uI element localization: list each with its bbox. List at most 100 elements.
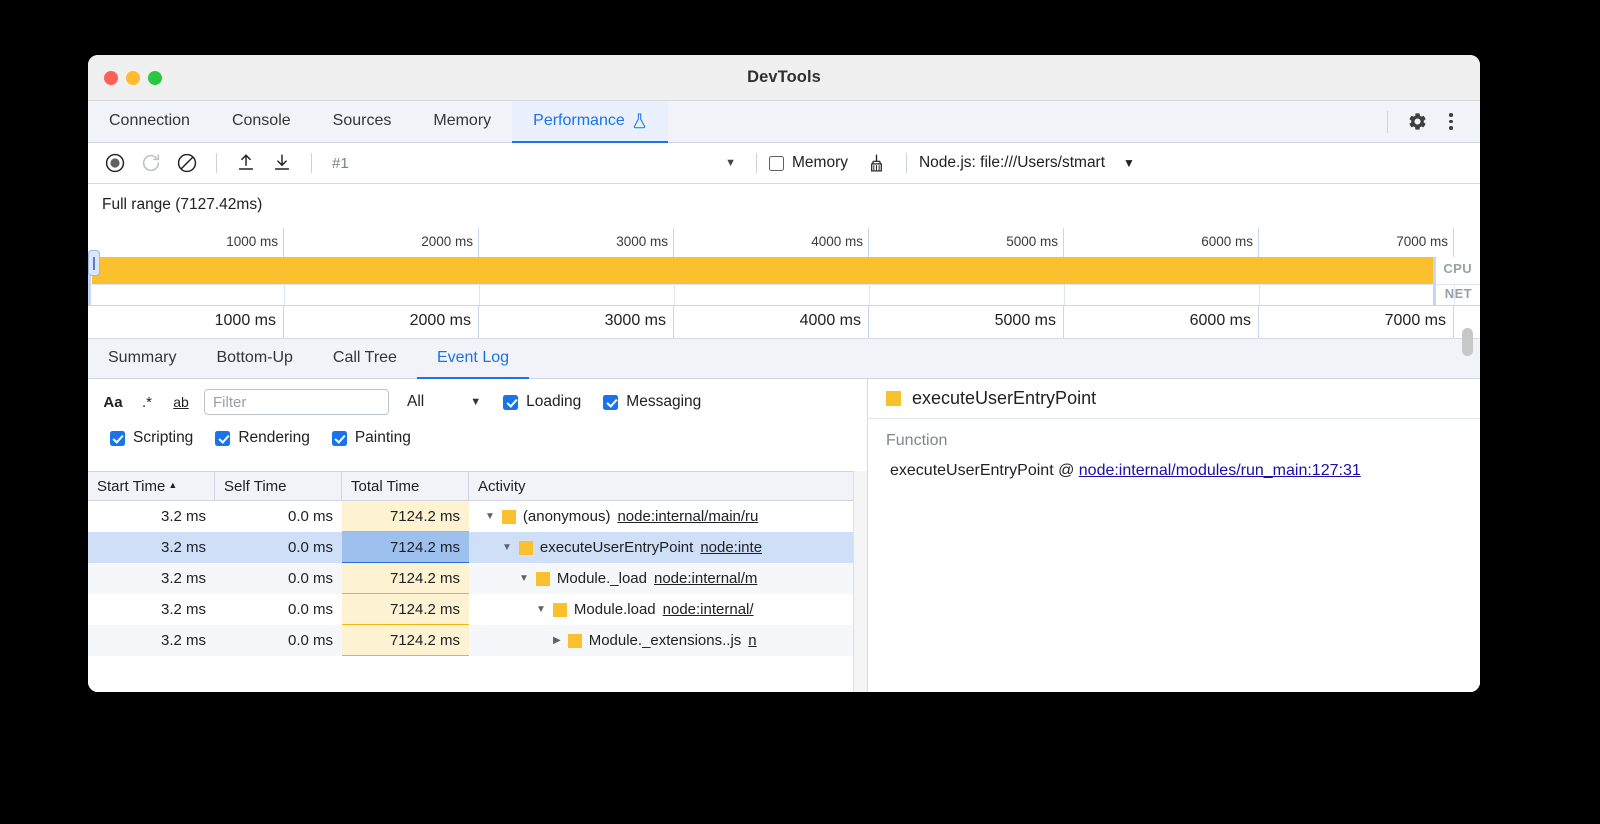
table-row[interactable]: 3.2 ms 0.0 ms 7124.2 ms ▼ executeUserEnt… <box>88 532 867 563</box>
tab-connection-label: Connection <box>109 112 190 130</box>
cell-activity: ▼ (anonymous) node:internal/main/ru <box>469 501 867 532</box>
tab-event-log[interactable]: Event Log <box>417 339 529 379</box>
tab-performance[interactable]: Performance <box>512 101 668 143</box>
column-header-activity[interactable]: Activity <box>469 472 867 500</box>
table-vertical-scrollbar[interactable] <box>853 471 867 692</box>
chevron-down-icon: ▼ <box>725 157 736 169</box>
checkbox-box <box>110 431 125 446</box>
memory-checkbox[interactable]: Memory <box>769 154 848 172</box>
cell-self-time: 0.0 ms <box>215 563 342 594</box>
column-header-total-time-label: Total Time <box>351 478 419 495</box>
tab-summary-label: Summary <box>108 349 176 367</box>
filter-input[interactable]: Filter <box>204 389 389 415</box>
activity-url[interactable]: n <box>748 632 756 649</box>
table-row[interactable]: 3.2 ms 0.0 ms 7124.2 ms ▼ (anonymous) no… <box>88 501 867 532</box>
upload-icon <box>235 152 257 174</box>
filter-checkbox-rendering[interactable]: Rendering <box>215 429 310 447</box>
tab-bottom-up-label: Bottom-Up <box>216 349 292 367</box>
filter-checkbox-painting[interactable]: Painting <box>332 429 411 447</box>
kebab-icon <box>1449 113 1453 130</box>
event-log-pane: Aa .* ab Filter All ▼ <box>88 379 868 692</box>
event-color-swatch <box>536 572 550 586</box>
activity-url[interactable]: node:inte <box>700 539 762 556</box>
cell-start-time: 3.2 ms <box>88 563 215 594</box>
profile-selector[interactable]: #1 ▼ <box>324 149 744 177</box>
activity-name: Module._load <box>557 570 647 587</box>
whole-word-button[interactable]: ab <box>166 389 196 415</box>
table-row[interactable]: 3.2 ms 0.0 ms 7124.2 ms ▼ Module.load no… <box>88 594 867 625</box>
activity-url[interactable]: node:internal/ <box>663 601 754 618</box>
cell-start-time: 3.2 ms <box>88 501 215 532</box>
record-icon <box>104 152 126 174</box>
expander-icon[interactable]: ▼ <box>485 511 495 522</box>
flask-icon <box>632 113 647 129</box>
reload-and-record-button[interactable] <box>134 148 168 178</box>
expander-icon[interactable]: ▼ <box>519 573 529 584</box>
filter-checkbox-messaging[interactable]: Messaging <box>603 393 701 411</box>
toolbar-divider <box>216 153 217 173</box>
timeline-ruler-bottom: 1000 ms 2000 ms 3000 ms 4000 ms 5000 ms … <box>88 305 1480 337</box>
column-header-total-time[interactable]: Total Time <box>342 472 469 500</box>
checkbox-box <box>332 431 347 446</box>
table-header-row: Start Time ▲ Self Time Total Time Activi… <box>88 471 867 501</box>
clear-recording-button[interactable] <box>170 148 204 178</box>
expander-icon[interactable]: ▼ <box>536 604 546 615</box>
export-profile-button[interactable] <box>265 148 299 178</box>
sort-ascending-icon: ▲ <box>168 480 177 490</box>
event-color-swatch <box>553 603 567 617</box>
ruler-tick: 1000 ms <box>144 306 284 338</box>
cpu-track-label: CPU <box>1443 261 1472 276</box>
collect-garbage-button[interactable] <box>860 148 894 178</box>
event-type-selector[interactable]: All ▼ <box>407 393 481 411</box>
overview-vertical-scrollbar-thumb[interactable] <box>1462 328 1473 356</box>
broom-icon <box>866 153 887 174</box>
record-button[interactable] <box>98 148 132 178</box>
target-selector[interactable]: Node.js: file:///Users/stmart ▼ <box>919 154 1135 172</box>
more-options-button[interactable] <box>1436 107 1466 137</box>
activity-url[interactable]: node:internal/main/ru <box>617 508 758 525</box>
clear-icon <box>176 152 198 174</box>
table-row[interactable]: 3.2 ms 0.0 ms 7124.2 ms ▼ Module._load n… <box>88 563 867 594</box>
cell-start-time: 3.2 ms <box>88 594 215 625</box>
tab-memory[interactable]: Memory <box>412 101 512 143</box>
cell-start-time: 3.2 ms <box>88 532 215 563</box>
range-drag-handle-left[interactable] <box>88 250 100 276</box>
details-stack-link[interactable]: node:internal/modules/run_main:127:31 <box>1079 462 1361 479</box>
regex-button[interactable]: .* <box>132 389 162 415</box>
table-row[interactable]: 3.2 ms 0.0 ms 7124.2 ms ▶ Module._extens… <box>88 625 867 656</box>
match-case-button[interactable]: Aa <box>98 389 128 415</box>
event-details-pane: executeUserEntryPoint Function executeUs… <box>868 379 1480 692</box>
ruler-tick: 2000 ms <box>359 228 479 257</box>
tab-bottom-up[interactable]: Bottom-Up <box>196 339 312 379</box>
filter-input-placeholder: Filter <box>213 394 246 411</box>
cell-self-time: 0.0 ms <box>215 501 342 532</box>
filter-row-primary: Aa .* ab Filter All ▼ <box>98 389 867 415</box>
net-track-label: NET <box>1445 286 1472 301</box>
filter-checkbox-scripting[interactable]: Scripting <box>110 429 193 447</box>
cell-total-time: 7124.2 ms <box>342 501 469 532</box>
tab-connection[interactable]: Connection <box>88 101 211 143</box>
tab-call-tree[interactable]: Call Tree <box>313 339 417 379</box>
details-tabbar: Summary Bottom-Up Call Tree Event Log <box>88 339 1480 379</box>
expander-icon[interactable]: ▼ <box>502 542 512 553</box>
activity-url[interactable]: node:internal/m <box>654 570 757 587</box>
expander-icon[interactable]: ▶ <box>553 635 561 646</box>
panel-tab-tools <box>1377 101 1480 142</box>
tab-sources[interactable]: Sources <box>312 101 413 143</box>
settings-button[interactable] <box>1402 107 1432 137</box>
ruler-tick: 3000 ms <box>554 228 674 257</box>
filter-checkbox-loading-label: Loading <box>526 393 581 411</box>
cell-start-time: 3.2 ms <box>88 625 215 656</box>
tab-console[interactable]: Console <box>211 101 312 143</box>
details-title: executeUserEntryPoint <box>912 388 1096 409</box>
details-stack-trace: executeUserEntryPoint @ node:internal/mo… <box>886 462 1480 480</box>
selection-handle-right[interactable] <box>1433 257 1436 305</box>
column-header-start-time[interactable]: Start Time ▲ <box>88 472 215 500</box>
devtools-window: DevTools Connection Console Sources Memo… <box>88 55 1480 692</box>
tab-summary[interactable]: Summary <box>88 339 196 379</box>
timeline-overview[interactable]: Full range (7127.42ms) 1000 ms 2000 ms 3… <box>88 184 1480 339</box>
filter-checkbox-loading[interactable]: Loading <box>503 393 581 411</box>
import-profile-button[interactable] <box>229 148 263 178</box>
column-header-self-time[interactable]: Self Time <box>215 472 342 500</box>
download-icon <box>271 152 293 174</box>
